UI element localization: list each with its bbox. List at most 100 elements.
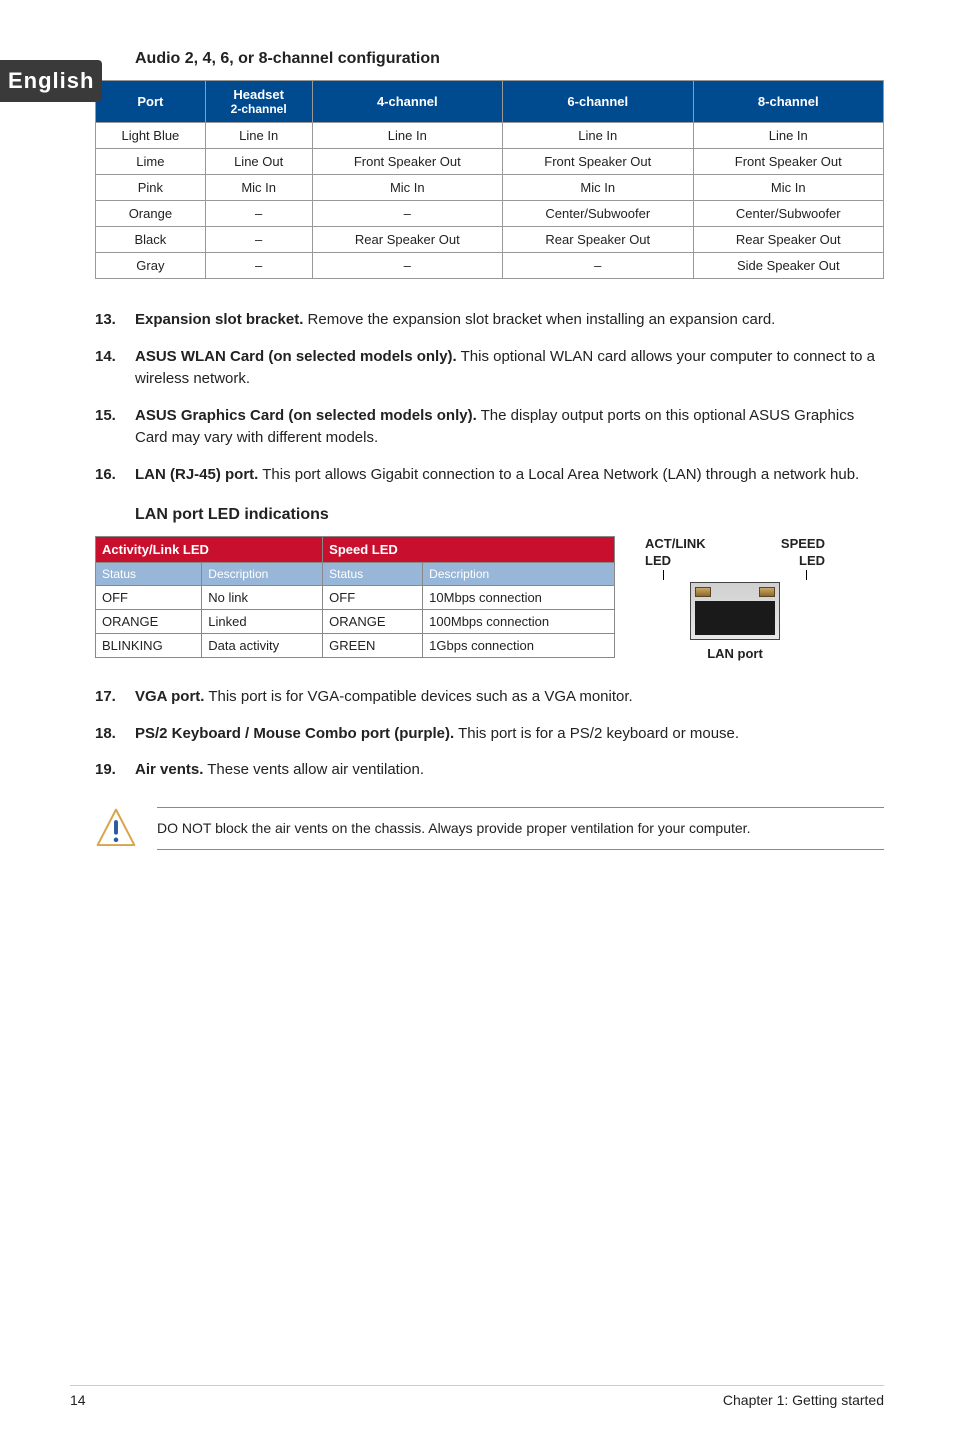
table-cell: Front Speaker Out	[503, 149, 693, 175]
item-body: Air vents. These vents allow air ventila…	[135, 759, 884, 782]
caution-note: DO NOT block the air vents on the chassi…	[95, 807, 884, 850]
item-bold: ASUS Graphics Card (on selected models o…	[135, 407, 477, 424]
audio-th-port: Port	[96, 81, 206, 123]
list-item: 15.ASUS Graphics Card (on selected model…	[95, 405, 884, 450]
language-tab-text: English	[8, 70, 94, 92]
feature-list-a: 13.Expansion slot bracket. Remove the ex…	[95, 309, 884, 486]
table-row: Gray–––Side Speaker Out	[96, 253, 884, 279]
table-cell: –	[205, 227, 312, 253]
table-cell: ORANGE	[323, 610, 423, 634]
table-cell: –	[312, 253, 502, 279]
lan-th-activity: Activity/Link LED	[96, 537, 323, 563]
act-link-led-icon	[695, 587, 711, 597]
audio-th-8ch: 8-channel	[693, 81, 884, 123]
chapter-title: Chapter 1: Getting started	[723, 1392, 884, 1408]
table-row: Orange––Center/SubwooferCenter/Subwoofer	[96, 201, 884, 227]
item-number: 18.	[95, 723, 135, 746]
speed-led-icon	[759, 587, 775, 597]
lan-sub-status2: Status	[323, 563, 423, 586]
item-number: 17.	[95, 686, 135, 709]
table-cell: 10Mbps connection	[423, 586, 615, 610]
table-cell: Side Speaker Out	[693, 253, 884, 279]
item-text: This port allows Gigabit connection to a…	[258, 466, 859, 483]
item-body: ASUS WLAN Card (on selected models only)…	[135, 346, 884, 391]
table-cell: –	[503, 253, 693, 279]
table-cell: Center/Subwoofer	[503, 201, 693, 227]
table-cell: ORANGE	[96, 610, 202, 634]
table-cell: Line Out	[205, 149, 312, 175]
lan-port-figure: ACT/LINK SPEED LED LED LAN port	[645, 536, 825, 661]
item-body: Expansion slot bracket. Remove the expan…	[135, 309, 884, 332]
feature-list-b: 17.VGA port. This port is for VGA-compat…	[95, 686, 884, 782]
lan-label-actlink: ACT/LINK	[645, 536, 706, 551]
list-item: 19.Air vents. These vents allow air vent…	[95, 759, 884, 782]
page-number: 14	[70, 1392, 86, 1408]
table-row: OFFNo linkOFF10Mbps connection	[96, 586, 615, 610]
item-number: 14.	[95, 346, 135, 391]
table-cell: Front Speaker Out	[693, 149, 884, 175]
caution-text: DO NOT block the air vents on the chassi…	[157, 807, 884, 850]
list-item: 18.PS/2 Keyboard / Mouse Combo port (pur…	[95, 723, 884, 746]
table-cell: Rear Speaker Out	[503, 227, 693, 253]
table-cell: Front Speaker Out	[312, 149, 502, 175]
list-item: 16.LAN (RJ-45) port. This port allows Gi…	[95, 464, 884, 487]
lan-port-caption: LAN port	[645, 646, 825, 661]
audio-th-6ch: 6-channel	[503, 81, 693, 123]
item-number: 19.	[95, 759, 135, 782]
table-cell: Light Blue	[96, 123, 206, 149]
table-cell: Mic In	[503, 175, 693, 201]
table-cell: Gray	[96, 253, 206, 279]
item-body: PS/2 Keyboard / Mouse Combo port (purple…	[135, 723, 884, 746]
audio-config-heading: Audio 2, 4, 6, or 8-channel configuratio…	[135, 50, 884, 68]
audio-th-headset-l2: 2-channel	[210, 102, 308, 116]
list-item: 13.Expansion slot bracket. Remove the ex…	[95, 309, 884, 332]
audio-th-headset-l1: Headset	[233, 87, 284, 102]
item-text: This port is for a PS/2 keyboard or mous…	[454, 725, 739, 742]
list-item: 14.ASUS WLAN Card (on selected models on…	[95, 346, 884, 391]
table-cell: Linked	[202, 610, 323, 634]
table-cell: Orange	[96, 201, 206, 227]
warning-icon	[95, 807, 137, 849]
page-footer: 14 Chapter 1: Getting started	[70, 1385, 884, 1408]
table-cell: Line In	[503, 123, 693, 149]
item-text: These vents allow air ventilation.	[203, 761, 424, 778]
lan-port-icon	[690, 582, 780, 640]
table-row: LimeLine OutFront Speaker OutFront Speak…	[96, 149, 884, 175]
lan-sub-status1: Status	[96, 563, 202, 586]
lan-sub-desc1: Description	[202, 563, 323, 586]
table-cell: –	[205, 201, 312, 227]
item-number: 15.	[95, 405, 135, 450]
item-bold: VGA port.	[135, 688, 204, 705]
audio-th-4ch: 4-channel	[312, 81, 502, 123]
table-cell: Mic In	[205, 175, 312, 201]
table-cell: Mic In	[693, 175, 884, 201]
audio-th-headset: Headset 2-channel	[205, 81, 312, 123]
table-cell: Data activity	[202, 634, 323, 658]
item-bold: Expansion slot bracket.	[135, 311, 303, 328]
lan-led-heading: LAN port LED indications	[135, 506, 884, 524]
table-cell: Black	[96, 227, 206, 253]
item-bold: LAN (RJ-45) port.	[135, 466, 258, 483]
item-text: This port is for VGA-compatible devices …	[204, 688, 632, 705]
item-number: 13.	[95, 309, 135, 332]
table-cell: Lime	[96, 149, 206, 175]
lan-led-table: Activity/Link LED Speed LED Status Descr…	[95, 536, 615, 658]
table-cell: Rear Speaker Out	[693, 227, 884, 253]
table-cell: 1Gbps connection	[423, 634, 615, 658]
table-cell: Rear Speaker Out	[312, 227, 502, 253]
table-cell: Center/Subwoofer	[693, 201, 884, 227]
table-cell: Mic In	[312, 175, 502, 201]
table-cell: –	[205, 253, 312, 279]
item-bold: PS/2 Keyboard / Mouse Combo port (purple…	[135, 725, 454, 742]
table-cell: BLINKING	[96, 634, 202, 658]
table-row: Light BlueLine InLine InLine InLine In	[96, 123, 884, 149]
lan-label-speed: SPEED	[781, 536, 825, 551]
lan-tbody: OFFNo linkOFF10Mbps connectionORANGELink…	[96, 586, 615, 658]
item-text: Remove the expansion slot bracket when i…	[303, 311, 775, 328]
lan-label-led1: LED	[645, 553, 671, 568]
item-bold: ASUS WLAN Card (on selected models only)…	[135, 348, 457, 365]
table-cell: Line In	[312, 123, 502, 149]
rj45-jack-icon	[695, 601, 775, 635]
item-body: ASUS Graphics Card (on selected models o…	[135, 405, 884, 450]
table-cell: OFF	[323, 586, 423, 610]
